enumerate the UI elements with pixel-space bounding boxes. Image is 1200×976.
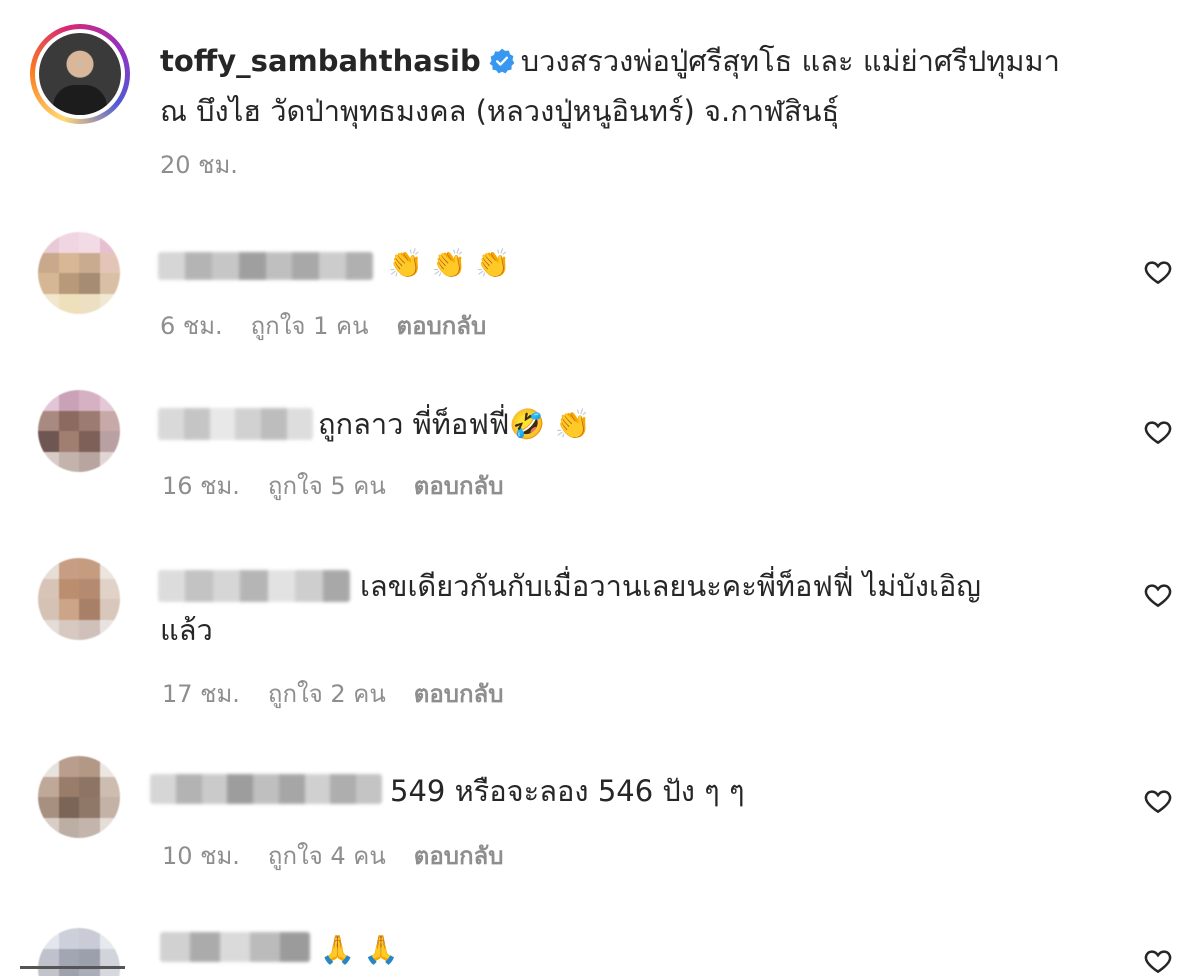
comment-text: 👏 👏 👏 <box>388 247 511 280</box>
heart-outline-icon[interactable] <box>1143 257 1173 287</box>
comment: 549 หรือจะลอง 546 ปัง ๆ ๆ 10 ชม. ถูกใจ 4 … <box>0 740 1200 890</box>
comment-timestamp: 10 ชม. <box>162 842 240 870</box>
comment: 🙏 🙏 <box>0 910 1200 976</box>
heart-outline-icon[interactable] <box>1143 417 1173 447</box>
comment-timestamp: 17 ชม. <box>162 680 240 708</box>
comment-meta: 6 ชม. ถูกใจ 1 คน ตอบกลับ <box>160 306 514 345</box>
commenter-username-blurred[interactable] <box>158 570 350 602</box>
commenter-username-blurred[interactable] <box>158 252 373 280</box>
commenter-avatar[interactable] <box>38 558 120 640</box>
heart-outline-icon[interactable] <box>1143 786 1173 816</box>
commenter-avatar[interactable] <box>38 756 120 838</box>
comment-like-count[interactable]: ถูกใจ 5 คน <box>268 466 386 505</box>
comment: ถูกลาว พี่ท็อฟฟี่🤣 👏 16 ชม. ถูกใจ 5 คน ตอบ… <box>0 370 1200 520</box>
comment-meta: 17 ชม. ถูกใจ 2 คน ตอบกลับ <box>162 674 531 713</box>
divider <box>20 966 125 969</box>
comment-like-count[interactable]: ถูกใจ 1 คน <box>251 306 369 345</box>
post-timestamp: 20 ชม. <box>160 151 238 179</box>
commenter-username-blurred[interactable] <box>158 408 313 440</box>
comment: เลขเดียวกันกับเมื่อวานเลยนะคะพี่ท็อฟฟี่ … <box>0 540 1200 720</box>
reply-button[interactable]: ตอบกลับ <box>414 674 504 713</box>
commenter-avatar[interactable] <box>38 232 120 314</box>
comment-text: 🙏 🙏 <box>320 933 399 966</box>
comment-like-count[interactable]: ถูกใจ 4 คน <box>268 836 386 875</box>
post-author-username[interactable]: toffy_sambahthasib <box>160 44 481 78</box>
commenter-username-blurred[interactable] <box>160 932 310 962</box>
reply-button[interactable]: ตอบกลับ <box>414 466 504 505</box>
comment-text: 549 หรือจะลอง 546 ปัง ๆ ๆ <box>390 774 745 808</box>
reply-button[interactable]: ตอบกลับ <box>414 836 504 875</box>
comment-timestamp: 6 ชม. <box>160 312 223 340</box>
comment-text: เลขเดียวกันกับเมื่อวานเลยนะคะพี่ท็อฟฟี่ … <box>360 569 982 603</box>
commenter-avatar[interactable] <box>38 390 120 472</box>
reply-button[interactable]: ตอบกลับ <box>396 306 486 345</box>
heart-outline-icon[interactable] <box>1143 580 1173 610</box>
comment-text-line2: แล้ว <box>160 613 213 647</box>
comment: 👏 👏 👏 6 ชม. ถูกใจ 1 คน ตอบกลับ <box>0 200 1200 350</box>
post-author-avatar[interactable] <box>30 24 130 124</box>
post-caption-text-line2: ณ บึงไฮ วัดป่าพุทธมงคล (หลวงปู่หนูอินทร์… <box>160 94 840 128</box>
verified-badge-icon <box>489 48 515 74</box>
comment-meta: 10 ชม. ถูกใจ 4 คน ตอบกลับ <box>162 836 531 875</box>
comment-meta: 16 ชม. ถูกใจ 5 คน ตอบกลับ <box>162 466 531 505</box>
comment-timestamp: 16 ชม. <box>162 472 240 500</box>
comment-like-count[interactable]: ถูกใจ 2 คน <box>268 674 386 713</box>
post-caption-text: บวงสรวงพ่อปู่ศรีสุทโธ และ แม่ย่าศรีปทุมม… <box>520 44 1060 78</box>
heart-outline-icon[interactable] <box>1143 946 1173 976</box>
post-caption: toffy_sambahthasib บวงสรวงพ่อปู่ศรีสุทโธ… <box>160 36 1120 136</box>
comment-text: ถูกลาว พี่ท็อฟฟี่🤣 👏 <box>318 407 591 441</box>
commenter-username-blurred[interactable] <box>150 774 382 804</box>
